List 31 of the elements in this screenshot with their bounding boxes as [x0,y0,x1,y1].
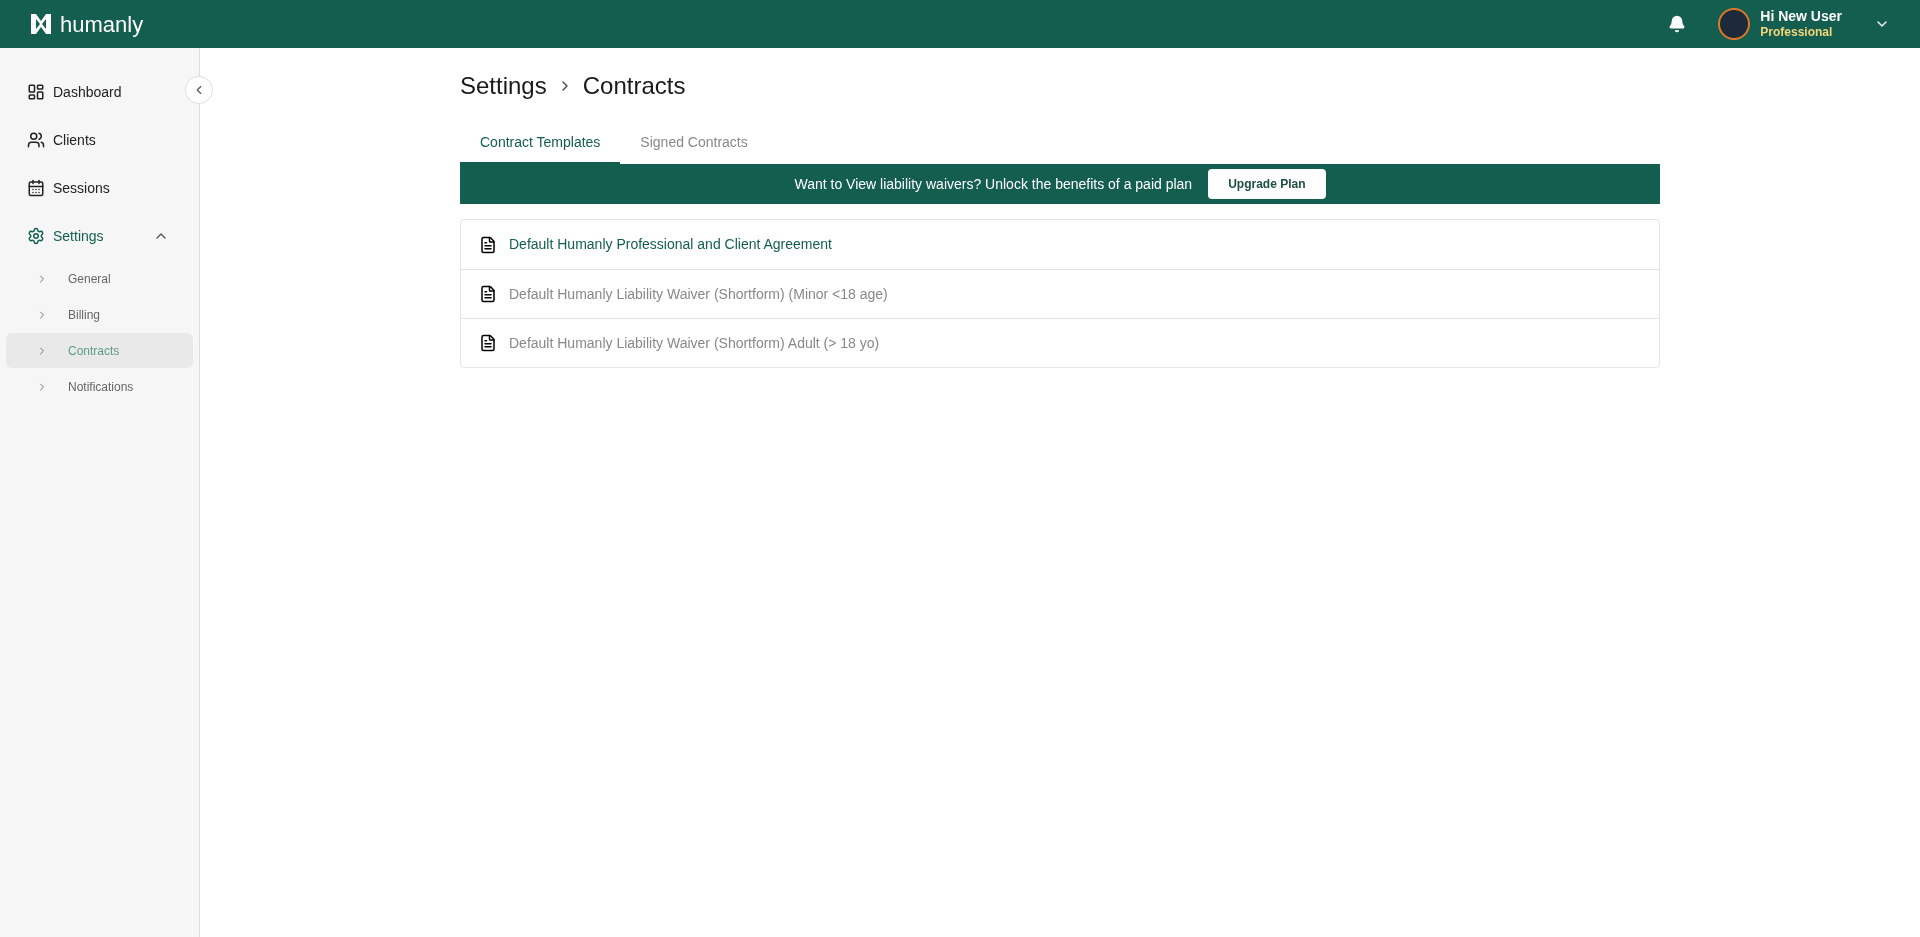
notification-bell-icon[interactable] [1668,15,1687,33]
logo-icon [30,13,52,35]
avatar[interactable] [1718,8,1751,40]
user-plan: Professional [1760,25,1834,41]
template-row[interactable]: Default Humanly Liability Waiver (Shortform) (Minor <18 age) [461,269,1659,318]
template-row[interactable]: Default Humanly Liability Waiver (Shortform) Adult (> 18 yo) [461,318,1659,367]
template-row[interactable]: Default Humanly Professional and Client Agreement [461,220,1659,269]
user-name: Hi New User [1760,7,1842,26]
template-title: Default Humanly Professional and Client Agreement [509,235,832,254]
logo-text: humanly [60,10,144,39]
document-icon [479,285,497,303]
document-icon [479,334,497,352]
breadcrumb-item: Contracts [582,71,686,101]
sidebar-item[interactable]: Settings [6,212,179,260]
settings-icon [27,227,45,245]
sidebar-item[interactable]: Sessions [6,164,179,212]
dashboard-icon [27,83,45,101]
template-title: Default Humanly Liability Waiver (Shortform) Adult (> 18 yo) [509,333,880,353]
template-title: Default Humanly Liability Waiver (Shortform) (Minor <18 age) [509,284,888,304]
sidebar-subitem[interactable]: Notifications [6,369,193,404]
clients-icon [27,131,45,149]
sidebar-subitem[interactable]: Billing [6,297,193,332]
sessions-icon [27,179,45,197]
tab[interactable]: Signed Contracts [620,122,768,164]
sidebar-item[interactable]: Clients [6,116,179,164]
upgrade-plan-button[interactable]: Upgrade Plan [1208,169,1326,199]
sidebar-item[interactable]: Dashboard [6,68,179,116]
sidebar-subitem[interactable]: General [6,261,193,296]
banner-text: Want to View liability waivers? Unlock the benefits of a paid plan [794,174,1193,194]
breadcrumb-item[interactable]: Settings [460,68,547,104]
document-icon [479,235,497,254]
